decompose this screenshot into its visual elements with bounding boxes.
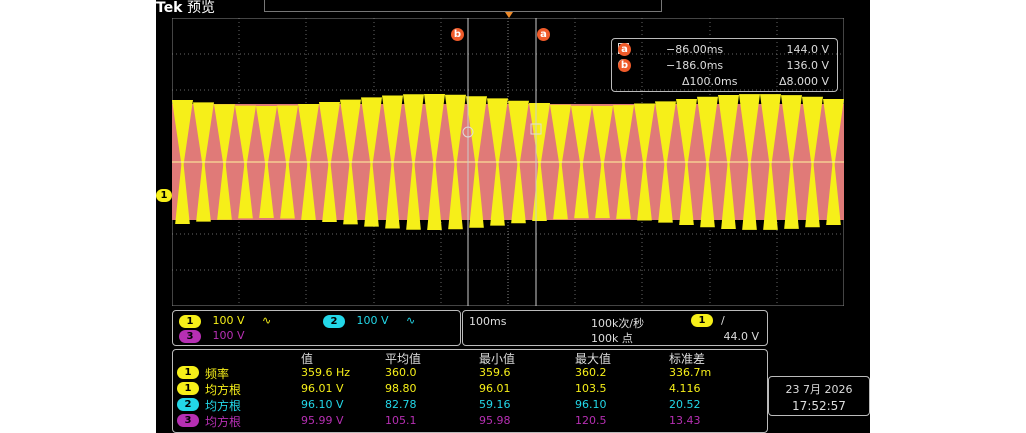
waveform-trace <box>172 94 844 230</box>
ch1-coupling-icon: ∿ <box>262 314 272 327</box>
measurement-table[interactable]: 值 平均值 最小值 最大值 标准差 1 频率 359.6 Hz 360.0 35… <box>172 349 768 433</box>
cursor-delta-volt: Δ8.000 V <box>778 75 829 88</box>
sample-rate: 100k次/秒 <box>591 317 645 330</box>
trigger-position-icon <box>505 12 513 18</box>
header: Tek 预览 <box>156 0 215 16</box>
trigger-level: 44.0 V <box>723 330 759 343</box>
measurement-row: 3 均方根 95.99 V 105.1 95.98 120.5 13.43 <box>173 413 767 429</box>
cursor-a-tag[interactable]: a <box>537 22 550 41</box>
acquisition-mode: 预览 <box>186 0 215 16</box>
date: 23 7月 2026 <box>785 383 853 396</box>
cursor-b-volt: 136.0 V <box>786 59 829 72</box>
ch2-coupling-icon: ∿ <box>406 314 416 327</box>
trigger-source: 1 <box>691 314 713 327</box>
record-length: 100k 点 <box>591 332 633 345</box>
measurement-row: 2 均方根 96.10 V 82.78 59.16 96.10 20.52 <box>173 397 767 413</box>
brand-logo: Tek <box>156 0 183 16</box>
ch3-status[interactable]: 3 100 V <box>179 329 245 343</box>
measurement-row: 1 均方根 96.01 V 98.80 96.01 103.5 4.116 <box>173 381 767 397</box>
timebase-panel[interactable]: 100ms 100k次/秒 100k 点 1 / 44.0 V <box>462 310 768 346</box>
channel-panel: 1 100 V ∿ 2 100 V ∿ 3 100 V <box>172 310 461 346</box>
record-view-bar[interactable] <box>264 0 662 12</box>
time: 17:52:57 <box>792 399 846 413</box>
cursor-b-time: −186.0ms <box>666 59 724 72</box>
ch1-status[interactable]: 1 100 V ∿ <box>179 314 271 328</box>
measurement-row: 1 频率 359.6 Hz 360.0 359.6 360.2 336.7m <box>173 365 767 381</box>
cursor-b-tag[interactable]: b <box>451 22 464 41</box>
cursor-delta-time: Δ100.0ms <box>682 75 738 88</box>
horizontal-scale: 100ms <box>469 315 507 328</box>
oscilloscope-screen: Tek 预览 b a 1 a −86.00ms 144.0 V b −186.0… <box>156 0 870 433</box>
cursor-readout: a −86.00ms 144.0 V b −186.0ms 136.0 V Δ1… <box>611 38 838 92</box>
trigger-slope-icon: / <box>721 314 725 327</box>
ch2-status[interactable]: 2 100 V ∿ <box>323 314 415 328</box>
date-time-display: 23 7月 2026 17:52:57 <box>768 376 870 416</box>
ch1-offset-marker[interactable]: 1 <box>156 183 172 202</box>
cursor-a-time: −86.00ms <box>666 43 724 56</box>
cursor-a-volt: 144.0 V <box>786 43 829 56</box>
